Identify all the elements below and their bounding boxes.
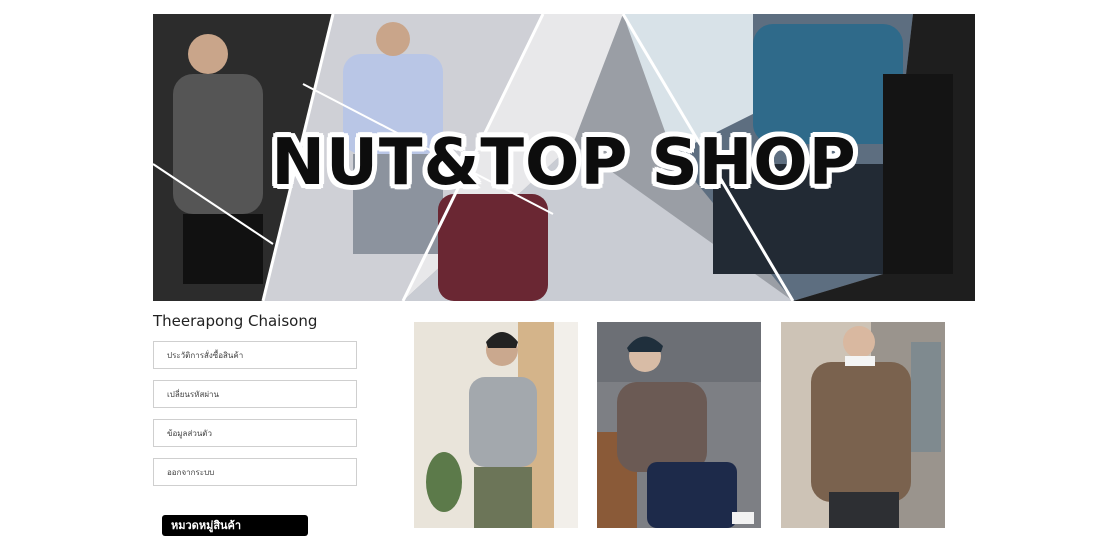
logout-button[interactable]: ออกจากระบบ: [153, 458, 357, 486]
product-image: [781, 322, 945, 528]
product-card-cable-sweater[interactable]: [781, 322, 945, 528]
change-password-button[interactable]: เปลี่ยนรหัสผ่าน: [153, 380, 357, 408]
shop-banner: NUT&TOP SHOP: [153, 14, 975, 301]
product-card-knit-sweater[interactable]: [597, 322, 761, 528]
product-image: [597, 322, 761, 528]
product-card-hoodie[interactable]: [414, 322, 578, 528]
profile-button[interactable]: ข้อมูลส่วนตัว: [153, 419, 357, 447]
user-name: Theerapong Chaisong: [153, 312, 318, 330]
product-image: [414, 322, 578, 528]
shop-title: NUT&TOP SHOP: [271, 126, 857, 200]
order-history-button[interactable]: ประวัติการสั่งซื้อสินค้า: [153, 341, 357, 369]
category-heading: หมวดหมู่สินค้า: [162, 515, 308, 536]
